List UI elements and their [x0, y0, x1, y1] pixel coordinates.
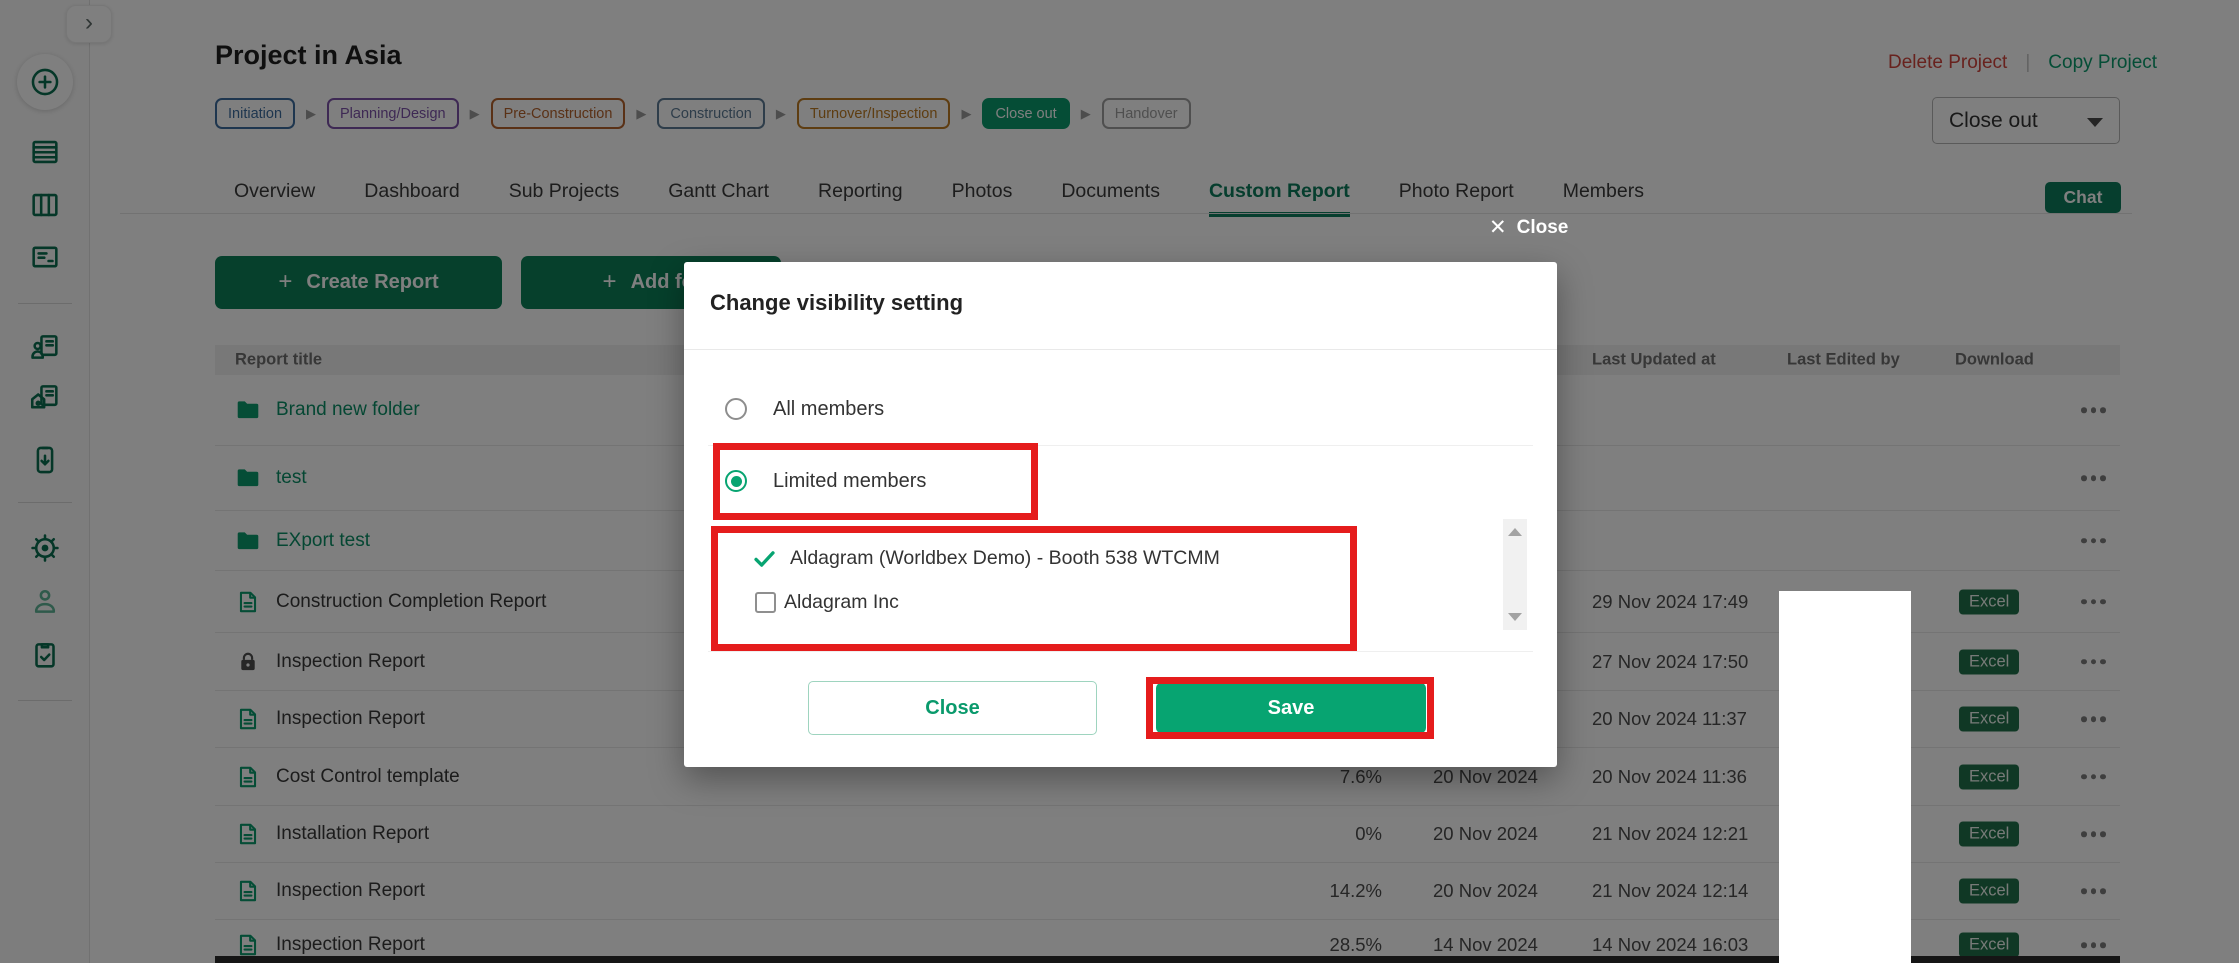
save-button[interactable]: Save	[1156, 683, 1426, 733]
close-label: Close	[1517, 217, 1569, 239]
scroll-down-icon[interactable]	[1508, 613, 1522, 621]
radio-label: All members	[773, 398, 884, 421]
member-list-scrollbar[interactable]	[1503, 519, 1527, 630]
visibility-modal: Change visibility setting All members Li…	[684, 262, 1557, 767]
radio-label: Limited members	[773, 470, 926, 493]
checkbox-empty-icon	[755, 592, 776, 613]
close-x-icon: ✕	[1489, 215, 1507, 240]
modal-divider	[708, 651, 1533, 652]
modal-divider	[708, 445, 1533, 446]
modal-divider	[684, 349, 1557, 350]
member-option-unchecked[interactable]: Aldagram Inc	[755, 591, 899, 614]
member-option-checked[interactable]: Aldagram (Worldbex Demo) - Booth 538 WTC…	[751, 545, 1220, 572]
checkmark-icon	[751, 545, 778, 572]
close-button[interactable]: Close	[808, 681, 1097, 735]
member-label: Aldagram (Worldbex Demo) - Booth 538 WTC…	[790, 547, 1220, 570]
radio-selected-icon	[725, 470, 747, 492]
modal-close-button[interactable]: ✕ Close	[1489, 215, 1568, 240]
radio-option-all-members[interactable]: All members	[684, 387, 1384, 431]
redaction-rectangle	[1779, 591, 1911, 963]
member-label: Aldagram Inc	[784, 591, 899, 614]
app-window: › Project in Asia Delete Project | Copy …	[0, 0, 2239, 963]
radio-option-limited-members[interactable]: Limited members	[684, 459, 1384, 503]
modal-title: Change visibility setting	[710, 290, 963, 316]
radio-unselected-icon	[725, 398, 747, 420]
scroll-up-icon[interactable]	[1508, 528, 1522, 536]
